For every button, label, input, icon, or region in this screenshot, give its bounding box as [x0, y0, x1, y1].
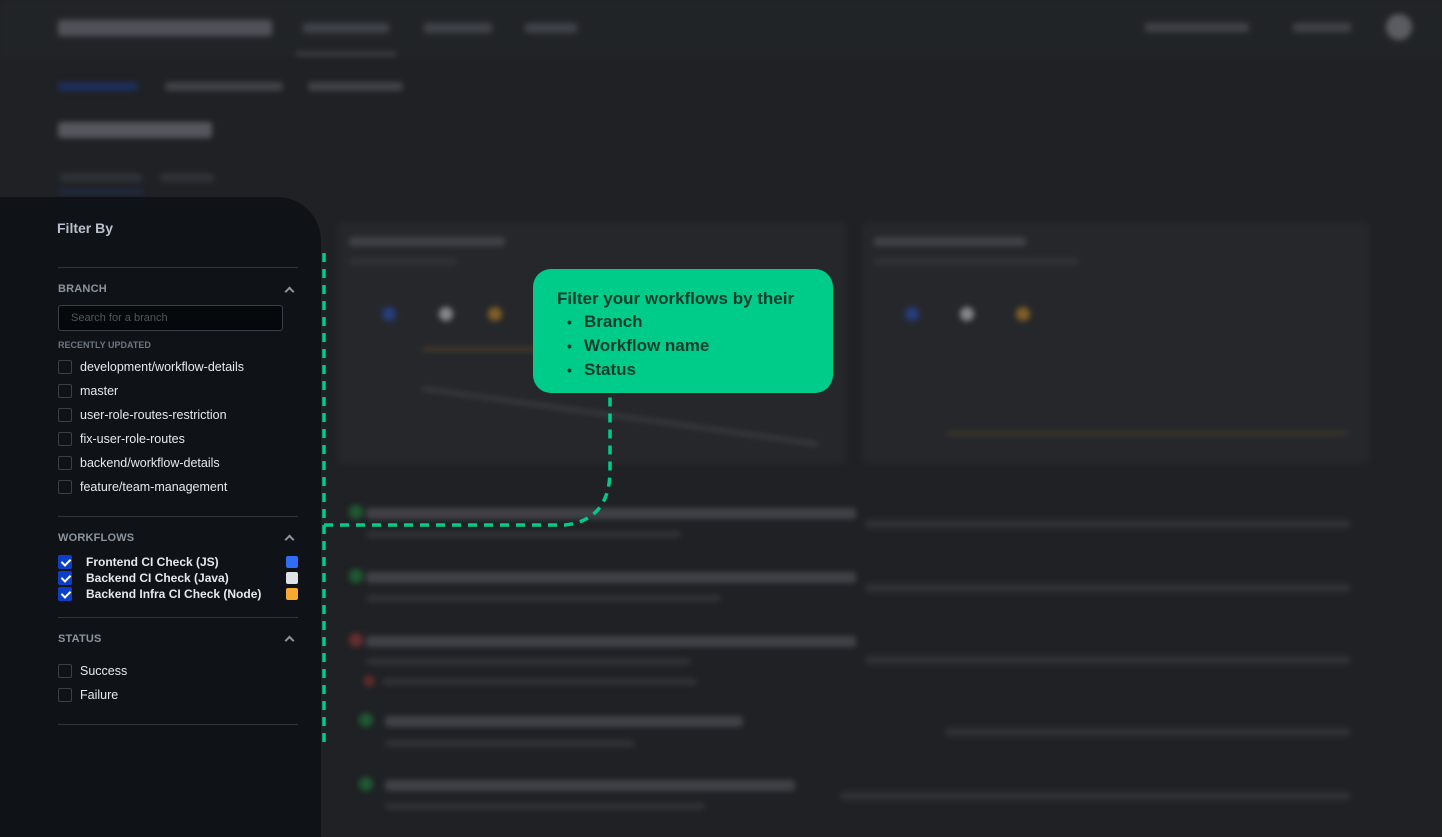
tour-tooltip-list: Branch Workflow name Status — [557, 310, 809, 382]
tour-connector-line — [0, 0, 1442, 832]
tour-tooltip-bullet: Status — [567, 358, 809, 382]
tour-tooltip-bullet: Branch — [567, 310, 809, 334]
tour-tooltip: Filter your workflows by their Branch Wo… — [533, 269, 833, 393]
tour-tooltip-heading: Filter your workflows by their — [557, 287, 809, 310]
tour-tooltip-bullet: Workflow name — [567, 334, 809, 358]
